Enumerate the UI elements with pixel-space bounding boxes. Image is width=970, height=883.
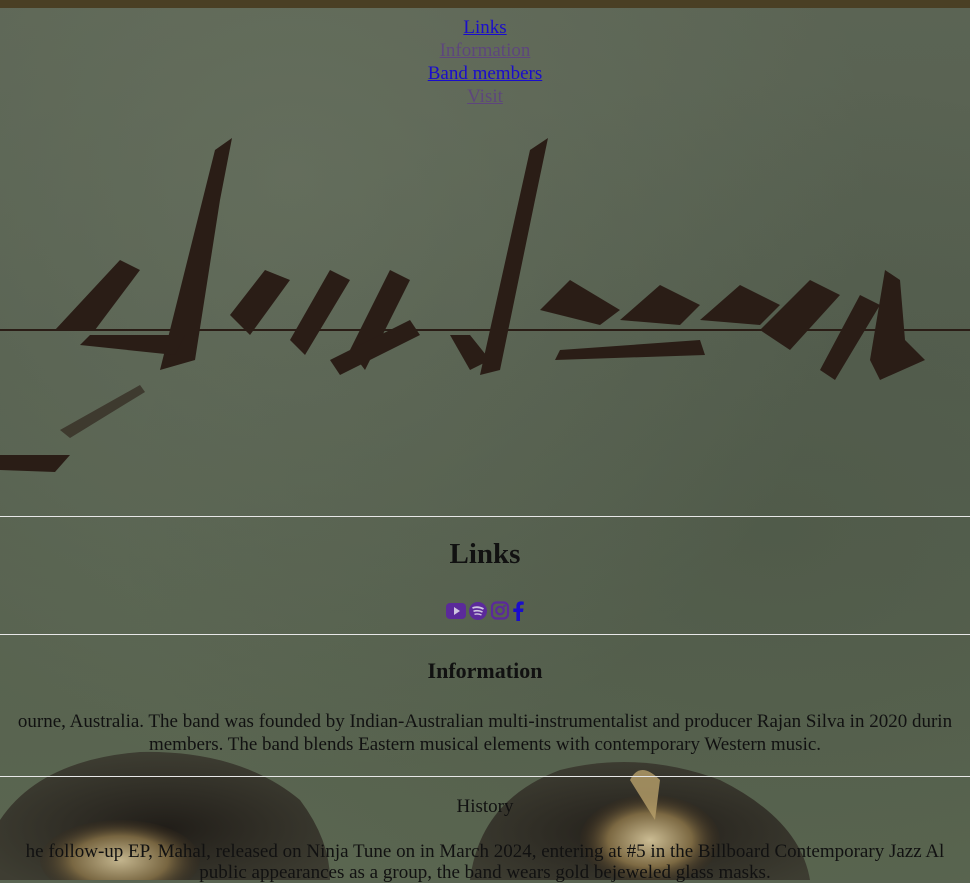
information-heading: Information	[427, 658, 543, 683]
links-heading: Links	[449, 538, 521, 570]
band-logo	[0, 138, 970, 472]
nav-link-links[interactable]: Links	[463, 16, 506, 39]
divider-3	[0, 776, 970, 777]
spotify-icon	[469, 602, 487, 620]
youtube-icon	[446, 603, 466, 619]
divider-2	[0, 634, 970, 635]
nav-link-band-members[interactable]: Band members	[428, 62, 543, 85]
top-bar	[0, 0, 970, 8]
nav-link-information[interactable]: Information	[440, 39, 531, 62]
youtube-link[interactable]	[445, 602, 467, 620]
divider-1	[0, 516, 970, 517]
nav-link-visit[interactable]: Visit	[467, 85, 503, 108]
information-line-1: ourne, Australia. The band was founded b…	[17, 711, 953, 732]
instagram-icon	[490, 601, 510, 620]
facebook-icon	[513, 601, 524, 621]
social-links	[0, 600, 970, 622]
information-paragraph: ourne, Australia. The band was founded b…	[0, 710, 970, 756]
main-nav: Links Information Band members Visit	[0, 16, 970, 108]
instagram-link[interactable]	[489, 601, 511, 621]
spotify-link[interactable]	[467, 601, 489, 621]
history-line-1: he follow-up EP, Mahal, released on Ninj…	[25, 841, 945, 862]
facebook-link[interactable]	[511, 600, 525, 622]
information-line-2: members. The band blends Eastern musical…	[148, 734, 822, 755]
history-heading: History	[456, 796, 514, 817]
history-paragraph: he follow-up EP, Mahal, released on Ninj…	[0, 841, 970, 883]
